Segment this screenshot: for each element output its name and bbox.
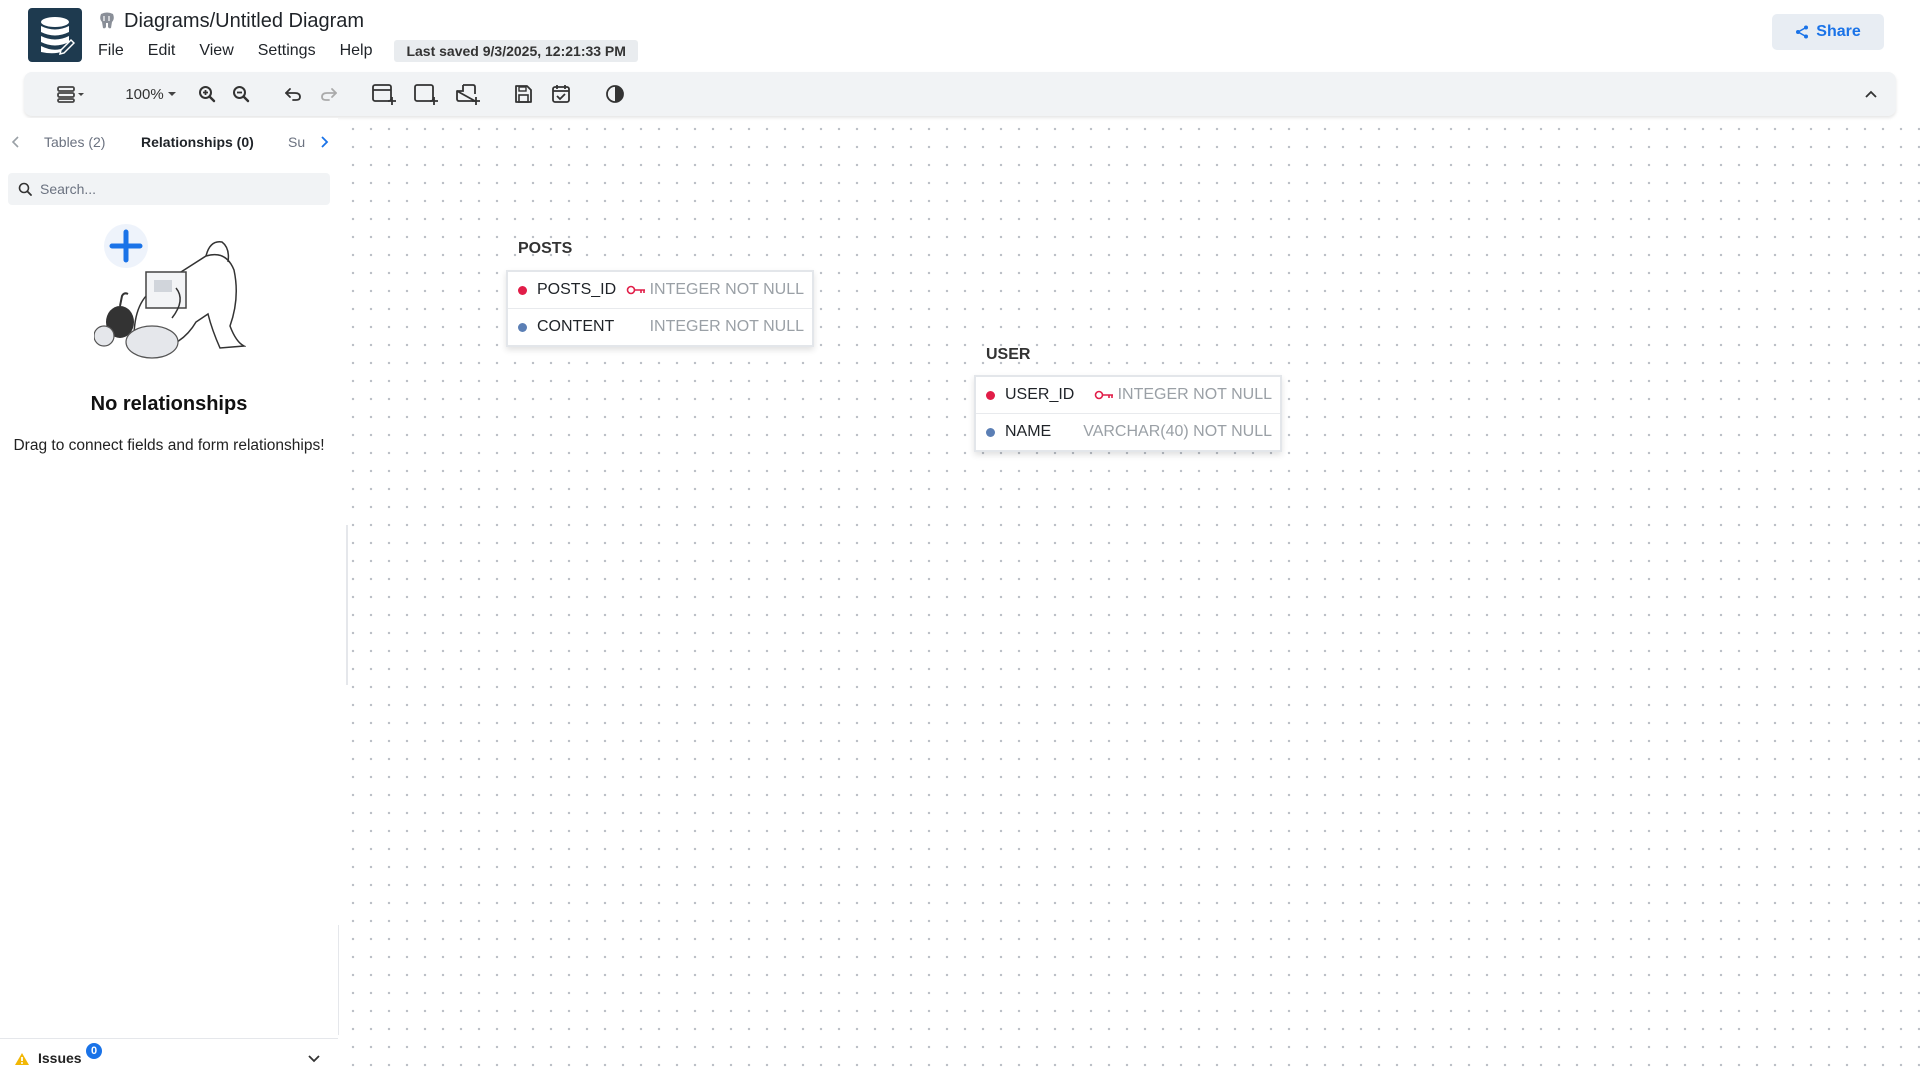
database-logo-icon [41,17,75,56]
save-icon [515,85,532,103]
diagram-title[interactable]: Diagrams/Untitled Diagram [124,10,364,33]
menu-edit[interactable]: Edit [148,42,176,60]
menu-bar: File Edit View Settings Help Last saved … [98,40,638,62]
table-row[interactable]: CONTENT INTEGER NOT NULL [508,308,812,345]
zoom-out-icon [233,86,250,103]
last-saved-badge: Last saved 9/3/2025, 12:21:33 PM [394,40,638,62]
add-note-button[interactable] [454,72,482,116]
table-row[interactable]: POSTS_ID INTEGER NOT NULL [508,272,812,308]
empty-state-subtitle: Drag to connect fields and form relation… [13,437,325,454]
table-title-user[interactable]: USER [986,346,1030,364]
sidebar-resize-handle[interactable] [346,525,348,685]
field-name: POSTS_ID [537,281,617,298]
table-posts[interactable]: POSTS_ID INTEGER NOT NULL CONTENT INTEGE… [506,270,814,347]
sidebar-divider [338,925,339,1035]
share-label: Share [1816,23,1861,40]
table-user[interactable]: USER_ID INTEGER NOT NULL NAME VARCHAR(40… [974,375,1282,452]
zoom-dropdown[interactable]: 100% [122,72,180,116]
tab-subject-areas[interactable]: Su [288,128,305,156]
primary-key-dot [518,285,527,295]
table-row[interactable]: NAME VARCHAR(40) NOT NULL [976,413,1280,450]
postgres-elephant-icon [100,12,114,29]
add-table-icon [372,84,396,105]
calendar-check-icon [552,85,570,103]
app-logo[interactable] [28,8,82,62]
key-icon [626,285,645,295]
warning-icon [15,1053,29,1065]
add-area-icon [414,84,438,105]
layout-dropdown[interactable] [52,72,90,116]
sidebar-tabs: Tables (2) Relationships (0) Su [0,128,338,156]
issues-panel[interactable]: Issues 0 [0,1038,338,1079]
commit-button[interactable] [548,72,574,116]
chevron-left-icon[interactable] [10,136,22,148]
field-name: CONTENT [537,318,615,335]
collapse-toolbar-button[interactable] [1858,72,1884,116]
table-row[interactable]: USER_ID INTEGER NOT NULL [976,377,1280,413]
theme-toggle-button[interactable] [602,72,628,116]
menu-file[interactable]: File [98,42,124,60]
diagram-canvas[interactable] [340,118,1920,1080]
search-icon [18,182,32,196]
add-area-button[interactable] [412,72,440,116]
toolbar: 100% [24,72,1896,116]
redo-icon [321,88,337,101]
field-dot [986,427,995,437]
menu-help[interactable]: Help [340,42,373,60]
save-button[interactable] [510,72,536,116]
zoom-in-button[interactable] [194,72,220,116]
field-name: USER_ID [1005,386,1075,403]
field-dot [518,322,527,332]
field-type: INTEGER NOT NULL [649,318,804,335]
field-type: INTEGER NOT NULL [649,281,804,298]
empty-state-title: No relationships [90,393,248,415]
theme-contrast-icon [606,85,624,103]
zoom-out-button[interactable] [228,72,254,116]
chevron-down-icon [167,92,176,96]
add-table-button[interactable] [370,72,398,116]
field-type: INTEGER NOT NULL [1117,386,1272,403]
layout-icon [57,86,84,103]
zoom-level: 100% [125,85,164,103]
tab-tables[interactable]: Tables (2) [44,128,105,156]
diagram-title-bar: Diagrams/Untitled Diagram [98,8,364,34]
chevron-up-icon [1865,90,1877,98]
undo-button[interactable] [280,72,306,116]
add-note-icon [456,84,480,105]
issues-label: Issues [38,1050,82,1066]
undo-icon [285,88,301,101]
zoom-in-icon [199,86,216,103]
empty-relationships-illustration [94,224,246,359]
table-title-posts[interactable]: POSTS [518,240,572,258]
share-button[interactable]: Share [1772,14,1884,50]
redo-button[interactable] [316,72,342,116]
tab-relationships[interactable]: Relationships (0) [141,128,254,156]
chevron-right-icon[interactable] [318,136,330,148]
search-box[interactable] [8,173,330,205]
menu-view[interactable]: View [199,42,233,60]
field-type: VARCHAR(40) NOT NULL [1083,423,1272,440]
share-icon [1796,25,1809,39]
search-input[interactable] [38,180,312,198]
chevron-down-icon[interactable] [307,1054,321,1064]
primary-key-dot [986,390,995,400]
key-icon [1094,390,1113,400]
field-name: NAME [1005,423,1052,440]
menu-settings[interactable]: Settings [258,42,316,60]
issues-count-badge: 0 [86,1043,102,1059]
